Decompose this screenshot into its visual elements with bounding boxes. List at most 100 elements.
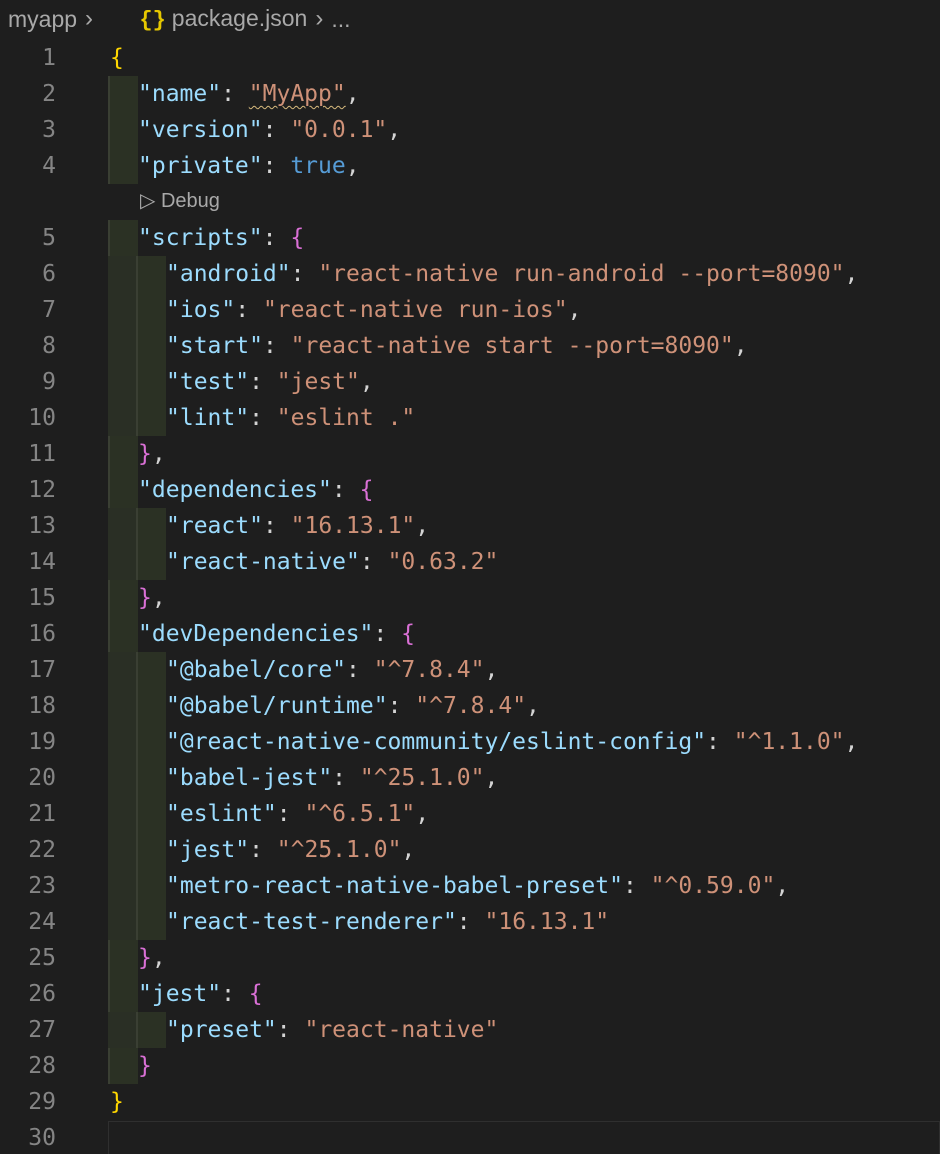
code-line: 10 "lint": "eslint ." <box>0 400 940 436</box>
indent-guide <box>136 544 166 580</box>
code-line: 26 "jest": { <box>0 976 940 1012</box>
code-text[interactable]: "react-native": "0.63.2" <box>166 544 498 580</box>
code-text[interactable]: }, <box>138 940 166 976</box>
line-number: 27 <box>28 1017 56 1043</box>
line-number: 25 <box>28 945 56 971</box>
code-text[interactable]: "@react-native-community/eslint-config":… <box>166 724 858 760</box>
code-line: 3 "version": "0.0.1", <box>0 112 940 148</box>
indent-guide <box>108 148 138 184</box>
code-line: 9 "test": "jest", <box>0 364 940 400</box>
code-text[interactable]: } <box>110 1084 124 1120</box>
indent-guide <box>136 652 166 688</box>
indent-guide <box>136 256 166 292</box>
line-number: 21 <box>28 801 56 827</box>
code-line: 1{ <box>0 40 940 76</box>
code-text[interactable]: "devDependencies": { <box>138 616 415 652</box>
indent-guide <box>108 1048 138 1084</box>
code-line: 13 "react": "16.13.1", <box>0 508 940 544</box>
code-text[interactable]: "android": "react-native run-android --p… <box>166 256 858 292</box>
line-number: 8 <box>42 333 56 359</box>
code-line: 2 "name": "MyApp", <box>0 76 940 112</box>
line-number: 1 <box>42 45 56 71</box>
code-text[interactable]: "jest": "^25.1.0", <box>166 832 415 868</box>
code-line: 15}, <box>0 580 940 616</box>
indent-guide <box>108 868 136 904</box>
indent-guide <box>136 796 166 832</box>
indent-guide <box>108 256 136 292</box>
indent-guide <box>108 508 136 544</box>
indent-guide <box>136 760 166 796</box>
code-text[interactable]: "lint": "eslint ." <box>166 400 415 436</box>
code-text[interactable]: "react-test-renderer": "16.13.1" <box>166 904 609 940</box>
code-text[interactable]: "private": true, <box>138 148 360 184</box>
line-number: 23 <box>28 873 56 899</box>
indent-guide <box>108 688 136 724</box>
code-line: 21 "eslint": "^6.5.1", <box>0 796 940 832</box>
code-text[interactable]: "start": "react-native start --port=8090… <box>166 328 748 364</box>
code-text[interactable]: "@babel/core": "^7.8.4", <box>166 652 498 688</box>
code-line: 22 "jest": "^25.1.0", <box>0 832 940 868</box>
code-line: 23 "metro-react-native-babel-preset": "^0… <box>0 868 940 904</box>
code-text[interactable]: "@babel/runtime": "^7.8.4", <box>166 688 540 724</box>
code-text[interactable]: "preset": "react-native" <box>166 1012 498 1048</box>
code-text[interactable]: "scripts": { <box>138 220 304 256</box>
line-number: 19 <box>28 729 56 755</box>
indent-guide <box>136 1012 166 1048</box>
code-text[interactable]: "eslint": "^6.5.1", <box>166 796 429 832</box>
code-text[interactable]: "ios": "react-native run-ios", <box>166 292 581 328</box>
indent-guide <box>136 868 166 904</box>
json-file-icon: {} <box>139 8 166 33</box>
line-number: 9 <box>42 369 56 395</box>
code-text[interactable]: }, <box>138 580 166 616</box>
codelens-debug-label: ▷ Debug <box>140 190 220 212</box>
indent-guide <box>136 904 166 940</box>
line-number: 29 <box>28 1089 56 1115</box>
indent-guide <box>108 472 138 508</box>
line-number: 2 <box>42 81 56 107</box>
code-text[interactable]: { <box>110 40 124 76</box>
code-text[interactable]: "test": "jest", <box>166 364 374 400</box>
breadcrumb-folder[interactable]: myapp <box>0 6 77 33</box>
code-text[interactable]: "babel-jest": "^25.1.0", <box>166 760 498 796</box>
code-text[interactable]: }, <box>138 436 166 472</box>
code-text[interactable]: "dependencies": { <box>138 472 373 508</box>
line-number: 28 <box>28 1053 56 1079</box>
indent-guide <box>108 580 138 616</box>
indent-guide <box>136 724 166 760</box>
line-number: 17 <box>28 657 56 683</box>
line-number: 7 <box>42 297 56 323</box>
code-line: 6 "android": "react-native run-android --… <box>0 256 940 292</box>
code-line: 30 <box>0 1120 940 1154</box>
code-text[interactable]: "metro-react-native-babel-preset": "^0.5… <box>166 868 789 904</box>
code-text[interactable]: "name": "MyApp", <box>138 76 360 112</box>
indent-guide <box>108 976 138 1012</box>
breadcrumb-more[interactable]: ... <box>331 6 350 33</box>
code-text[interactable]: } <box>138 1048 152 1084</box>
line-number: 22 <box>28 837 56 863</box>
indent-guide <box>136 832 166 868</box>
line-number: 20 <box>28 765 56 791</box>
line-number: 30 <box>28 1125 56 1151</box>
code-text[interactable]: "version": "0.0.1", <box>138 112 401 148</box>
indent-guide <box>108 292 136 328</box>
line-number: 26 <box>28 981 56 1007</box>
code-line: 17 "@babel/core": "^7.8.4", <box>0 652 940 688</box>
chevron-right-icon: › <box>315 5 324 32</box>
line-number: 4 <box>42 153 56 179</box>
line-number: 12 <box>28 477 56 503</box>
code-line: 28} <box>0 1048 940 1084</box>
codelens-debug[interactable]: ▷ Debug <box>0 186 940 220</box>
indent-guide <box>108 328 136 364</box>
line-number: 15 <box>28 585 56 611</box>
code-line: 24 "react-test-renderer": "16.13.1" <box>0 904 940 940</box>
code-text[interactable]: "react": "16.13.1", <box>166 508 429 544</box>
code-editor[interactable]: 1{2 "name": "MyApp", 3 "version": "0.0.1", 4… <box>0 40 940 1154</box>
line-number: 10 <box>28 405 56 431</box>
code-text[interactable]: "jest": { <box>138 976 263 1012</box>
indent-guide <box>136 364 166 400</box>
code-line: 29} <box>0 1084 940 1120</box>
code-line: 12 "dependencies": { <box>0 472 940 508</box>
indent-guide <box>108 112 138 148</box>
indent-guide <box>108 760 136 796</box>
code-line: 19 "@react-native-community/eslint-config… <box>0 724 940 760</box>
